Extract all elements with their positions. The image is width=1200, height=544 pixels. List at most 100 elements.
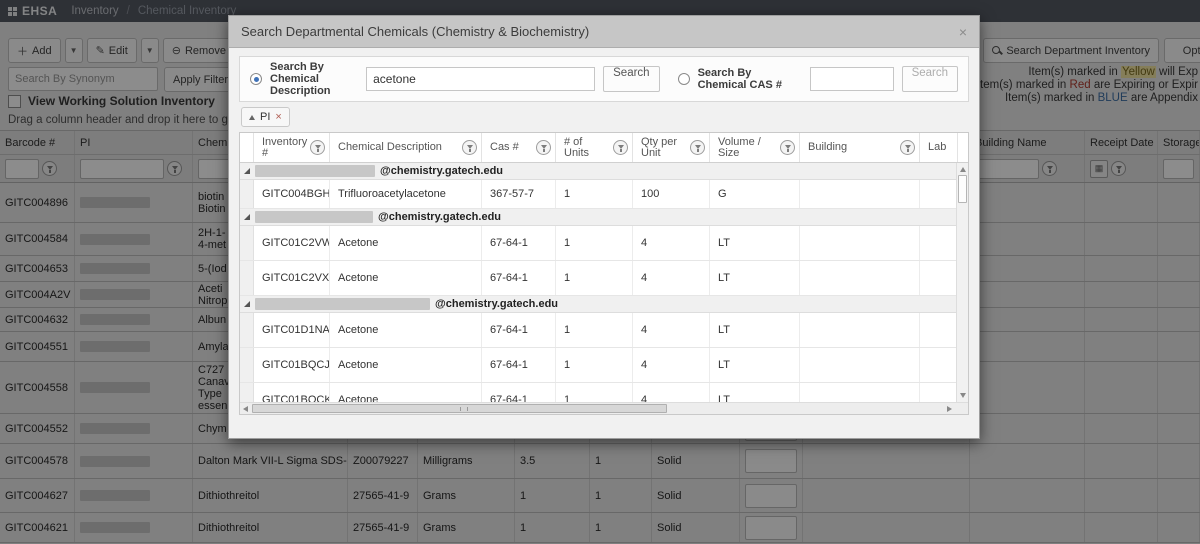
group-indent-cell (240, 348, 254, 382)
search-results-table: Inventory # Chemical Description Cas # # of… (239, 132, 969, 415)
table-row[interactable]: GITC01C2VW Acetone 67-64-1 1 4 LT (240, 226, 956, 261)
results-column-header-label: Inventory # (262, 135, 308, 159)
group-redacted-email (255, 211, 373, 223)
filter-funnel-icon[interactable] (900, 140, 915, 155)
result-cell (800, 180, 920, 208)
results-column-header-label: Volume / Size (718, 135, 761, 159)
result-cell: G (710, 180, 800, 208)
group-redacted-email (255, 298, 430, 310)
results-header-row: Inventory # Chemical Description Cas # # of… (240, 133, 968, 163)
filter-funnel-icon[interactable] (613, 140, 628, 155)
results-column-header-label: Cas # (490, 141, 519, 153)
result-cell: LT (710, 226, 800, 260)
table-row[interactable]: GITC01BQCJ Acetone 67-64-1 1 4 LT (240, 348, 956, 383)
group-header-row[interactable]: @chemistry.gatech.edu (240, 163, 956, 180)
remove-group-icon[interactable]: × (275, 111, 281, 123)
result-cell: LT (710, 383, 800, 402)
result-cell: Trifluoroacetylacetone (330, 180, 482, 208)
result-cell (920, 348, 956, 382)
table-row[interactable]: GITC004BGH Trifluoroacetylacetone 367-57-7… (240, 180, 956, 209)
results-column-header[interactable]: # of Units (556, 133, 633, 162)
result-cell (920, 226, 956, 260)
expander-column-header (240, 133, 254, 162)
result-cell (800, 348, 920, 382)
vertical-scroll-thumb[interactable] (958, 175, 967, 203)
group-header-row[interactable]: @chemistry.gatech.edu (240, 296, 956, 313)
result-cell: 67-64-1 (482, 313, 556, 347)
table-row[interactable]: GITC01BQCK Acetone 67-64-1 1 4 LT (240, 383, 956, 402)
collapse-group-icon[interactable] (244, 301, 250, 307)
scroll-down-icon[interactable] (959, 393, 966, 398)
table-row[interactable]: GITC01D1NA Acetone 67-64-1 1 4 LT (240, 313, 956, 348)
result-cell (800, 313, 920, 347)
chemical-description-input[interactable] (366, 67, 596, 91)
group-by-pi-chip[interactable]: PI × (241, 107, 290, 127)
cas-search-button[interactable]: Search (901, 66, 958, 92)
grouping-bar: PI × (239, 102, 969, 132)
filter-funnel-icon[interactable] (690, 140, 705, 155)
result-cell: Acetone (330, 383, 482, 402)
result-cell (920, 180, 956, 208)
scroll-left-icon[interactable] (243, 405, 248, 412)
result-cell: LT (710, 348, 800, 382)
result-cell: 1 (556, 180, 633, 208)
results-column-header[interactable]: Lab (920, 133, 958, 162)
search-by-cas-label: Search By Chemical CAS # (697, 67, 782, 91)
results-column-header-label: Qty per Unit (641, 135, 678, 159)
search-departmental-chemicals-modal: Search Departmental Chemicals (Chemistry… (228, 15, 980, 439)
result-cell: GITC01C2VX (254, 261, 330, 295)
result-cell: Acetone (330, 313, 482, 347)
result-cell: GITC01C2VW (254, 226, 330, 260)
group-chip-label: PI (260, 111, 271, 123)
result-cell: 4 (633, 383, 710, 402)
filter-funnel-icon[interactable] (536, 140, 551, 155)
result-cell: 67-64-1 (482, 383, 556, 402)
result-cell: 1 (556, 226, 633, 260)
group-indent-cell (240, 180, 254, 208)
result-cell: Acetone (330, 348, 482, 382)
results-column-header[interactable]: Cas # (482, 133, 556, 162)
table-row[interactable]: GITC01C2VX Acetone 67-64-1 1 4 LT (240, 261, 956, 296)
result-cell: 67-64-1 (482, 261, 556, 295)
scroll-right-icon[interactable] (947, 405, 952, 412)
results-column-header-label: Chemical Description (338, 141, 442, 153)
results-column-header[interactable]: Building (800, 133, 920, 162)
group-domain-label: @chemistry.gatech.edu (435, 298, 559, 310)
search-by-cas-radio[interactable] (677, 73, 690, 85)
result-cell: 4 (633, 226, 710, 260)
result-cell: 100 (633, 180, 710, 208)
modal-header: Search Departmental Chemicals (Chemistry… (229, 16, 979, 48)
close-icon[interactable]: × (959, 25, 967, 39)
result-cell (920, 383, 956, 402)
vertical-scrollbar[interactable] (956, 163, 968, 402)
collapse-group-icon[interactable] (244, 214, 250, 220)
filter-funnel-icon[interactable] (310, 140, 326, 155)
result-cell: 4 (633, 348, 710, 382)
result-cell: 1 (556, 313, 633, 347)
results-column-header[interactable]: Qty per Unit (633, 133, 710, 162)
horizontal-scrollbar[interactable] (240, 402, 968, 414)
sort-ascending-icon (249, 114, 255, 120)
scroll-up-icon[interactable] (959, 167, 966, 172)
result-cell: GITC01D1NA (254, 313, 330, 347)
result-cell (800, 261, 920, 295)
result-cell (800, 383, 920, 402)
result-cell: 67-64-1 (482, 226, 556, 260)
group-indent-cell (240, 226, 254, 260)
horizontal-scroll-thumb[interactable] (252, 404, 667, 413)
description-search-button[interactable]: Search (603, 66, 660, 92)
results-column-header[interactable]: Chemical Description (330, 133, 482, 162)
filter-funnel-icon[interactable] (462, 140, 477, 155)
results-rows: @chemistry.gatech.edu GITC004BGH Trifluoro… (240, 163, 956, 402)
results-column-header[interactable]: Volume / Size (710, 133, 800, 162)
result-cell (920, 261, 956, 295)
chemical-cas-input[interactable] (809, 67, 894, 91)
result-cell: LT (710, 313, 800, 347)
results-column-header[interactable]: Inventory # (254, 133, 330, 162)
result-cell: GITC004BGH (254, 180, 330, 208)
collapse-group-icon[interactable] (244, 168, 250, 174)
filter-funnel-icon[interactable] (780, 140, 795, 155)
search-by-description-radio[interactable] (250, 73, 262, 85)
group-header-row[interactable]: @chemistry.gatech.edu (240, 209, 956, 226)
result-cell: GITC01BQCJ (254, 348, 330, 382)
